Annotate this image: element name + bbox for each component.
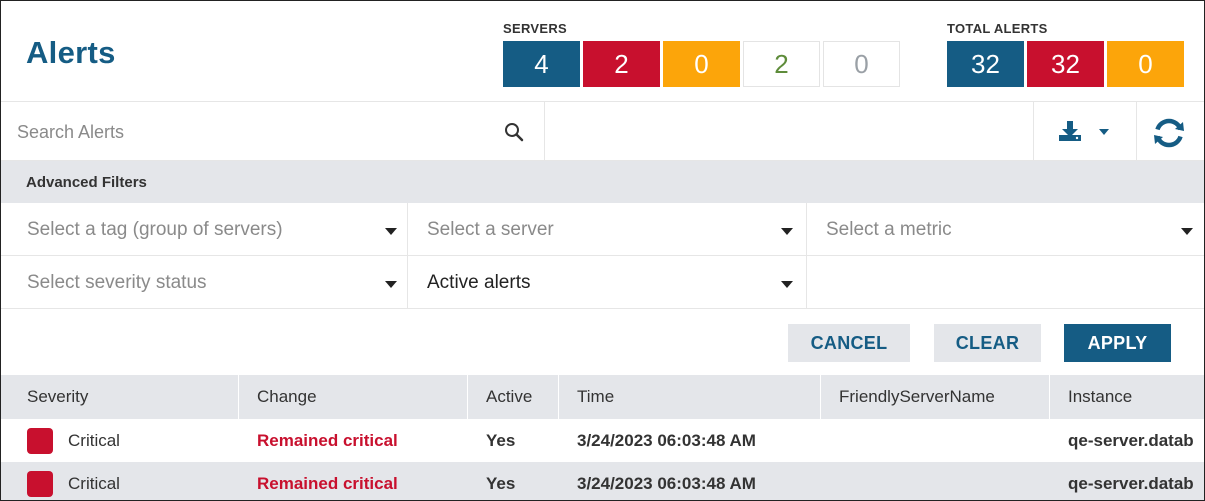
filters-grid: Select a tag (group of servers) Select a… [1, 203, 1204, 309]
servers-label: SERVERS [503, 21, 567, 36]
column-header-active[interactable]: Active [468, 375, 559, 419]
advanced-filters-label: Advanced Filters [26, 174, 147, 191]
server-select-value: Select a server [427, 219, 554, 240]
server-select[interactable]: Select a server [408, 203, 807, 256]
apply-button[interactable]: APPLY [1064, 324, 1171, 362]
alerts-warning-count[interactable]: 0 [1107, 41, 1184, 87]
column-header-time[interactable]: Time [559, 375, 821, 419]
severity-select-value: Select severity status [27, 272, 207, 293]
filter-empty-cell [807, 256, 1204, 309]
instance-cell: qe-server.datab [1068, 473, 1194, 493]
column-header-instance[interactable]: Instance [1050, 375, 1204, 419]
metric-select[interactable]: Select a metric [807, 203, 1204, 256]
search-toolbar [1, 101, 1204, 161]
divider [1033, 102, 1034, 160]
divider [1136, 102, 1137, 160]
search-input[interactable] [15, 112, 519, 152]
critical-severity-icon [27, 471, 53, 497]
active-select-value: Active alerts [427, 272, 531, 293]
active-select[interactable]: Active alerts [408, 256, 807, 309]
time-cell: 3/24/2023 06:03:48 AM [577, 430, 756, 450]
active-cell: Yes [486, 473, 516, 493]
column-header-severity[interactable]: Severity [1, 375, 239, 419]
alerts-page: Alerts SERVERS 4 2 0 2 0 TOTAL ALERTS 32… [0, 0, 1205, 501]
clear-button[interactable]: CLEAR [934, 324, 1041, 362]
change-cell: Remained critical [257, 473, 398, 493]
column-header-change[interactable]: Change [239, 375, 468, 419]
search-icon[interactable] [502, 120, 526, 144]
critical-severity-icon [27, 428, 53, 454]
metric-select-value: Select a metric [826, 219, 952, 240]
servers-total-count[interactable]: 4 [503, 41, 580, 87]
tag-select[interactable]: Select a tag (group of servers) [1, 203, 408, 256]
total-alerts-counts: 32 32 0 [947, 41, 1187, 87]
severity-cell: Critical [68, 473, 120, 493]
servers-critical-count[interactable]: 2 [583, 41, 660, 87]
advanced-filters-bar[interactable]: Advanced Filters [1, 161, 1204, 203]
alerts-total-count[interactable]: 32 [947, 41, 1024, 87]
total-alerts-label: TOTAL ALERTS [947, 21, 1048, 36]
table-header: Severity Change Active Time FriendlyServ… [1, 375, 1204, 419]
instance-cell: qe-server.datab [1068, 430, 1194, 450]
download-icon [1059, 121, 1109, 141]
servers-unknown-count[interactable]: 0 [823, 41, 900, 87]
table-row[interactable]: Critical Remained critical Yes 3/24/2023… [1, 419, 1204, 462]
tag-select-value: Select a tag (group of servers) [27, 219, 283, 240]
alerts-critical-count[interactable]: 32 [1027, 41, 1104, 87]
table-row[interactable]: Critical Remained critical Yes 3/24/2023… [1, 462, 1204, 500]
download-button[interactable] [1051, 117, 1121, 147]
page-title: Alerts [26, 35, 116, 70]
servers-ok-count[interactable]: 2 [743, 41, 820, 87]
time-cell: 3/24/2023 06:03:48 AM [577, 473, 756, 493]
refresh-button[interactable] [1151, 115, 1187, 151]
servers-warning-count[interactable]: 0 [663, 41, 740, 87]
column-header-friendly-server-name[interactable]: FriendlyServerName [821, 375, 1050, 419]
caret-down-icon [385, 281, 397, 288]
caret-down-icon [385, 228, 397, 235]
change-cell: Remained critical [257, 430, 398, 450]
severity-cell: Critical [68, 430, 120, 450]
cancel-button[interactable]: CANCEL [788, 324, 910, 362]
severity-select[interactable]: Select severity status [1, 256, 408, 309]
caret-down-icon [781, 228, 793, 235]
caret-down-icon [1181, 228, 1193, 235]
caret-down-icon [781, 281, 793, 288]
divider [544, 102, 545, 160]
refresh-icon [1154, 118, 1184, 148]
active-cell: Yes [486, 430, 516, 450]
header: Alerts SERVERS 4 2 0 2 0 TOTAL ALERTS 32… [1, 1, 1204, 101]
servers-counts: 4 2 0 2 0 [503, 41, 903, 87]
